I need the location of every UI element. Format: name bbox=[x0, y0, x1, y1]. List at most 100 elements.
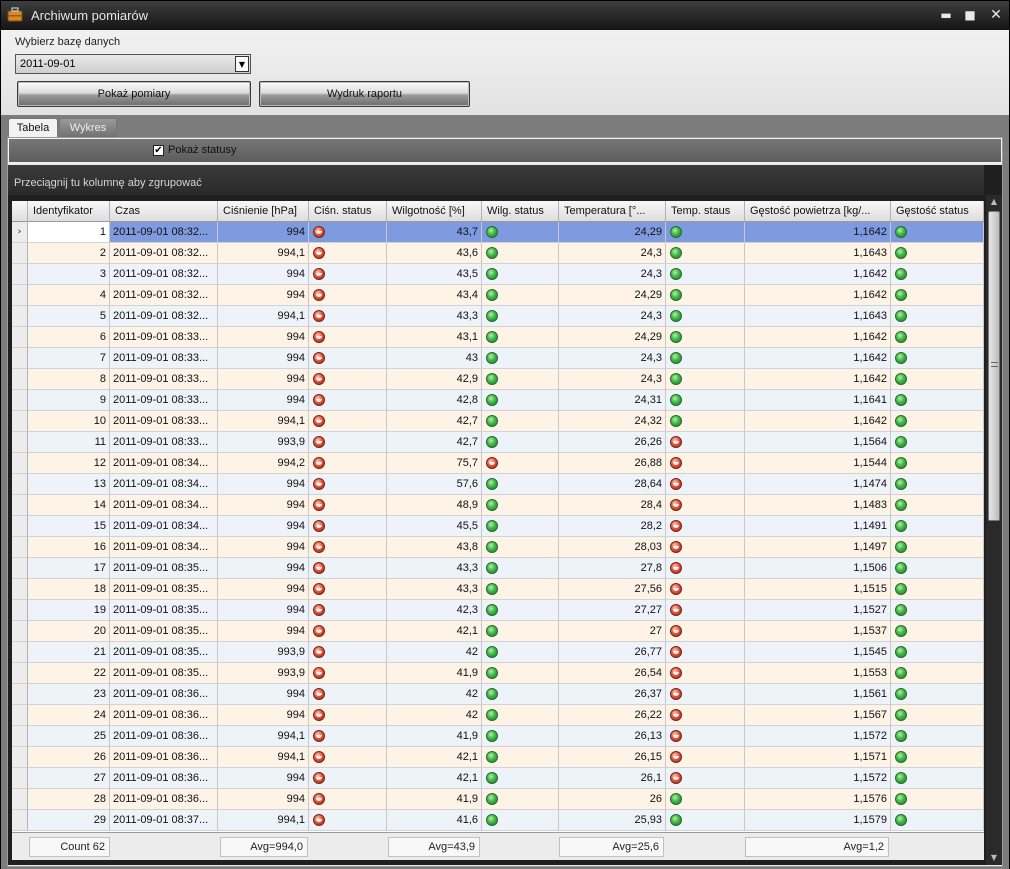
density-status-cell[interactable] bbox=[891, 285, 984, 306]
density-status-cell[interactable] bbox=[891, 684, 984, 705]
humidity-cell[interactable]: 41,9 bbox=[387, 663, 482, 684]
humidity-status-cell[interactable] bbox=[482, 264, 559, 285]
density-cell[interactable]: 1,1641 bbox=[745, 390, 891, 411]
temperature-status-cell[interactable] bbox=[666, 684, 745, 705]
humidity-cell[interactable]: 42 bbox=[387, 705, 482, 726]
humidity-cell[interactable]: 57,6 bbox=[387, 474, 482, 495]
id-cell[interactable]: 11 bbox=[28, 432, 110, 453]
temperature-cell[interactable]: 27,27 bbox=[559, 600, 666, 621]
time-cell[interactable]: 2011-09-01 08:35... bbox=[110, 558, 218, 579]
time-cell[interactable]: 2011-09-01 08:34... bbox=[110, 495, 218, 516]
pressure-cell[interactable]: 994 bbox=[218, 390, 309, 411]
pressure-cell[interactable]: 994 bbox=[218, 684, 309, 705]
id-cell[interactable]: 12 bbox=[28, 453, 110, 474]
humidity-status-cell[interactable] bbox=[482, 705, 559, 726]
density-cell[interactable]: 1,1579 bbox=[745, 810, 891, 831]
row-indicator[interactable] bbox=[12, 285, 28, 306]
humidity-cell[interactable]: 42 bbox=[387, 684, 482, 705]
density-cell[interactable]: 1,1491 bbox=[745, 516, 891, 537]
table-row[interactable]: 7 2011-09-01 08:33... 994 43 24,3 1,1642 bbox=[12, 348, 984, 369]
pressure-status-cell[interactable] bbox=[309, 726, 387, 747]
table-row[interactable]: 14 2011-09-01 08:34... 994 48,9 28,4 1,1483 bbox=[12, 495, 984, 516]
database-select[interactable]: 2011-09-01 ▼ bbox=[15, 54, 251, 74]
temperature-cell[interactable]: 27 bbox=[559, 621, 666, 642]
temperature-status-cell[interactable] bbox=[666, 537, 745, 558]
humidity-status-cell[interactable] bbox=[482, 768, 559, 789]
humidity-status-cell[interactable] bbox=[482, 600, 559, 621]
density-status-cell[interactable] bbox=[891, 726, 984, 747]
temperature-cell[interactable]: 26,22 bbox=[559, 705, 666, 726]
humidity-status-cell[interactable] bbox=[482, 579, 559, 600]
temperature-cell[interactable]: 24,3 bbox=[559, 306, 666, 327]
humidity-cell[interactable]: 42 bbox=[387, 642, 482, 663]
pressure-cell[interactable]: 994,2 bbox=[218, 453, 309, 474]
humidity-cell[interactable]: 42,3 bbox=[387, 600, 482, 621]
temperature-status-cell[interactable] bbox=[666, 663, 745, 684]
table-row[interactable]: 20 2011-09-01 08:35... 994 42,1 27 1,1537 bbox=[12, 621, 984, 642]
temperature-status-cell[interactable] bbox=[666, 621, 745, 642]
temperature-status-cell[interactable] bbox=[666, 306, 745, 327]
time-cell[interactable]: 2011-09-01 08:33... bbox=[110, 390, 218, 411]
time-cell[interactable]: 2011-09-01 08:32... bbox=[110, 285, 218, 306]
table-row[interactable]: 6 2011-09-01 08:33... 994 43,1 24,29 1,1642 bbox=[12, 327, 984, 348]
temperature-cell[interactable]: 26,13 bbox=[559, 726, 666, 747]
density-status-cell[interactable] bbox=[891, 390, 984, 411]
temperature-status-cell[interactable] bbox=[666, 726, 745, 747]
table-row[interactable]: 19 2011-09-01 08:35... 994 42,3 27,27 1,1527 bbox=[12, 600, 984, 621]
id-cell[interactable]: 1 bbox=[28, 222, 110, 243]
temperature-cell[interactable]: 26,1 bbox=[559, 768, 666, 789]
id-cell[interactable]: 9 bbox=[28, 390, 110, 411]
pressure-status-cell[interactable] bbox=[309, 411, 387, 432]
humidity-status-cell[interactable] bbox=[482, 390, 559, 411]
time-cell[interactable]: 2011-09-01 08:36... bbox=[110, 684, 218, 705]
humidity-status-cell[interactable] bbox=[482, 369, 559, 390]
pressure-cell[interactable]: 994 bbox=[218, 600, 309, 621]
temperature-cell[interactable]: 26,37 bbox=[559, 684, 666, 705]
density-status-cell[interactable] bbox=[891, 411, 984, 432]
id-cell[interactable]: 19 bbox=[28, 600, 110, 621]
id-cell[interactable]: 18 bbox=[28, 579, 110, 600]
humidity-status-cell[interactable] bbox=[482, 516, 559, 537]
density-cell[interactable]: 1,1553 bbox=[745, 663, 891, 684]
density-cell[interactable]: 1,1643 bbox=[745, 306, 891, 327]
time-cell[interactable]: 2011-09-01 08:36... bbox=[110, 726, 218, 747]
pressure-status-cell[interactable] bbox=[309, 348, 387, 369]
density-status-cell[interactable] bbox=[891, 327, 984, 348]
humidity-status-cell[interactable] bbox=[482, 411, 559, 432]
print-report-button[interactable]: Wydruk raportu bbox=[259, 81, 470, 107]
density-cell[interactable]: 1,1515 bbox=[745, 579, 891, 600]
row-indicator[interactable] bbox=[12, 600, 28, 621]
table-row[interactable]: 21 2011-09-01 08:35... 993,9 42 26,77 1,1545 bbox=[12, 642, 984, 663]
temperature-cell[interactable]: 26,54 bbox=[559, 663, 666, 684]
time-cell[interactable]: 2011-09-01 08:35... bbox=[110, 642, 218, 663]
humidity-status-cell[interactable] bbox=[482, 537, 559, 558]
humidity-cell[interactable]: 45,5 bbox=[387, 516, 482, 537]
density-cell[interactable]: 1,1537 bbox=[745, 621, 891, 642]
temperature-cell[interactable]: 24,29 bbox=[559, 327, 666, 348]
id-cell[interactable]: 29 bbox=[28, 810, 110, 831]
table-row[interactable]: 10 2011-09-01 08:33... 994,1 42,7 24,32 1,164… bbox=[12, 411, 984, 432]
time-cell[interactable]: 2011-09-01 08:32... bbox=[110, 243, 218, 264]
time-cell[interactable]: 2011-09-01 08:33... bbox=[110, 411, 218, 432]
time-cell[interactable]: 2011-09-01 08:35... bbox=[110, 579, 218, 600]
density-status-cell[interactable] bbox=[891, 264, 984, 285]
density-status-cell[interactable] bbox=[891, 558, 984, 579]
temperature-status-cell[interactable] bbox=[666, 243, 745, 264]
pressure-status-cell[interactable] bbox=[309, 285, 387, 306]
humidity-status-cell[interactable] bbox=[482, 747, 559, 768]
row-indicator[interactable] bbox=[12, 621, 28, 642]
id-cell[interactable]: 13 bbox=[28, 474, 110, 495]
id-cell[interactable]: 26 bbox=[28, 747, 110, 768]
density-status-cell[interactable] bbox=[891, 789, 984, 810]
id-cell[interactable]: 24 bbox=[28, 705, 110, 726]
density-status-cell[interactable] bbox=[891, 306, 984, 327]
row-indicator[interactable] bbox=[12, 789, 28, 810]
pressure-status-cell[interactable] bbox=[309, 264, 387, 285]
pressure-cell[interactable]: 994 bbox=[218, 222, 309, 243]
temperature-status-cell[interactable] bbox=[666, 705, 745, 726]
id-cell[interactable]: 8 bbox=[28, 369, 110, 390]
humidity-cell[interactable]: 43,4 bbox=[387, 285, 482, 306]
pressure-status-cell[interactable] bbox=[309, 579, 387, 600]
density-status-cell[interactable] bbox=[891, 243, 984, 264]
time-cell[interactable]: 2011-09-01 08:33... bbox=[110, 369, 218, 390]
